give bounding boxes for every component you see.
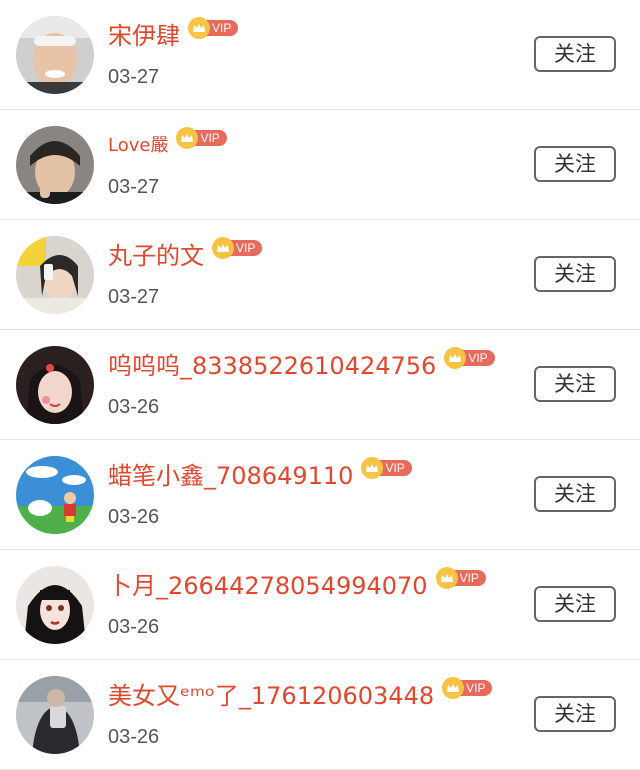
follow-button[interactable]: 关注 (534, 366, 616, 402)
date: 03-27 (108, 66, 160, 88)
avatar-image (16, 126, 94, 204)
username[interactable]: 卜月_26644278054994070 (108, 570, 428, 602)
vip-badge: VIP (188, 17, 239, 39)
date: 03-26 (108, 726, 160, 748)
name-line: 宋伊肆 VIP (108, 17, 239, 52)
name-line: 卜月_26644278054994070 VIP (108, 567, 486, 602)
avatar[interactable] (16, 456, 94, 534)
username[interactable]: 丸子的文 (108, 240, 204, 272)
avatar-image (16, 16, 94, 94)
name-line: 丸子的文 VIP (108, 237, 263, 272)
date: 03-27 (108, 286, 160, 308)
crown-icon (442, 677, 465, 699)
list-item[interactable]: 蜡笔小鑫_708649110 VIP 03-26 关注 (0, 440, 640, 550)
list-item[interactable]: 宋伊肆 VIP 03-27 关注 (0, 0, 640, 110)
vip-badge: VIP (442, 677, 493, 699)
crown-icon (188, 17, 210, 39)
vip-badge: VIP (444, 347, 495, 369)
avatar[interactable] (16, 676, 94, 754)
avatar[interactable] (16, 126, 94, 204)
vip-badge: VIP (435, 567, 486, 589)
name-line: Love嚴 VIP (108, 127, 227, 162)
follow-button[interactable]: 关注 (534, 36, 616, 72)
crown-icon (361, 457, 384, 479)
crown-icon (444, 347, 467, 369)
list-item[interactable]: 美女又ᵉᵐᵒ了_176120603448 VIP 03-26 关注 (0, 660, 640, 770)
follow-button[interactable]: 关注 (534, 476, 616, 512)
vip-badge: VIP (361, 457, 412, 479)
name-line: 美女又ᵉᵐᵒ了_176120603448 VIP (108, 677, 493, 712)
list-item[interactable]: Love嚴 VIP 03-27 关注 (0, 110, 640, 220)
username[interactable]: 宋伊肆 (108, 20, 180, 52)
avatar-image (16, 456, 94, 534)
date: 03-26 (108, 396, 160, 418)
list-item[interactable]: 呜呜呜_8338522610424756 VIP 03-26 关注 (0, 330, 640, 440)
date: 03-26 (108, 506, 160, 528)
list-item[interactable]: 卜月_26644278054994070 VIP 03-26 关注 (0, 550, 640, 660)
avatar[interactable] (16, 346, 94, 424)
date: 03-27 (108, 176, 160, 198)
avatar[interactable] (16, 16, 94, 94)
follow-button[interactable]: 关注 (534, 146, 616, 182)
list-item[interactable]: 丸子的文 VIP 03-27 关注 (0, 220, 640, 330)
avatar-image (16, 236, 94, 314)
username[interactable]: 美女又ᵉᵐᵒ了_176120603448 (108, 680, 434, 712)
follow-button[interactable]: 关注 (534, 586, 616, 622)
avatar[interactable] (16, 236, 94, 314)
username[interactable]: Love嚴 (108, 130, 168, 162)
avatar-image (16, 566, 94, 644)
follow-button[interactable]: 关注 (534, 696, 616, 732)
avatar-image (16, 676, 94, 754)
avatar[interactable] (16, 566, 94, 644)
vip-badge: VIP (176, 127, 227, 149)
username[interactable]: 呜呜呜_8338522610424756 (108, 350, 436, 382)
name-line: 呜呜呜_8338522610424756 VIP (108, 347, 495, 382)
name-line: 蜡笔小鑫_708649110 VIP (108, 457, 412, 492)
follower-list: 宋伊肆 VIP 03-27 关注 Love嚴 VIP 03-27 关注 丸子的文… (0, 0, 640, 770)
crown-icon (176, 127, 199, 149)
avatar-image (16, 346, 94, 424)
crown-icon (212, 237, 234, 259)
date: 03-26 (108, 616, 160, 638)
username[interactable]: 蜡笔小鑫_708649110 (108, 460, 353, 492)
follow-button[interactable]: 关注 (534, 256, 616, 292)
crown-icon (435, 567, 458, 589)
vip-badge: VIP (212, 237, 263, 259)
